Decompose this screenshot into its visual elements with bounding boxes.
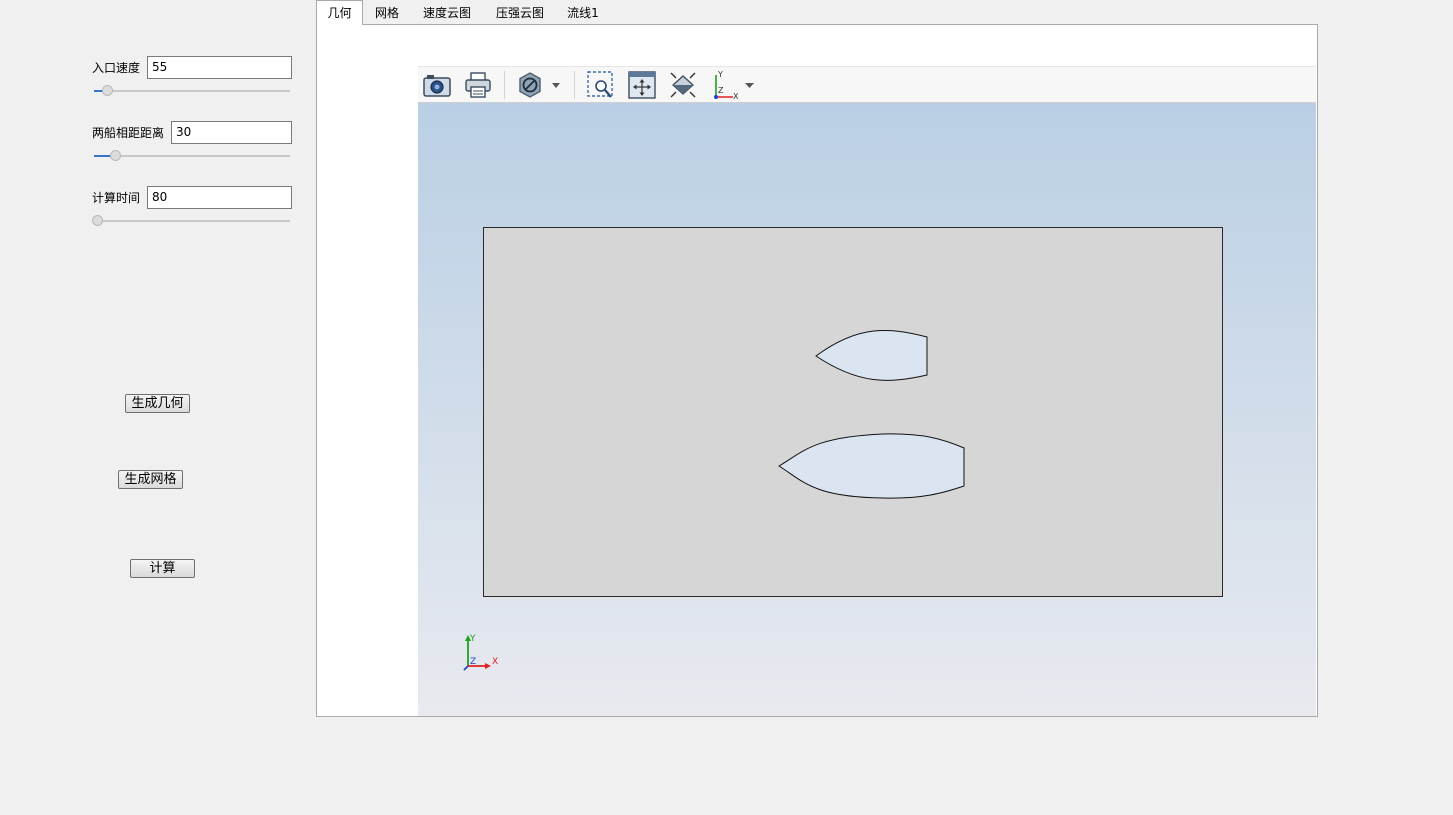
triad-y-label: Y: [469, 634, 476, 644]
ship-distance-slider[interactable]: [94, 149, 290, 163]
slider-thumb[interactable]: [101, 85, 113, 96]
slider-thumb[interactable]: [109, 150, 121, 161]
slider-track: [94, 220, 290, 222]
generate-mesh-button[interactable]: 生成网格: [118, 470, 183, 489]
ship-distance-input[interactable]: 30: [171, 121, 292, 144]
inlet-speed-label: 入口速度: [92, 61, 141, 75]
fit-view-icon[interactable]: [627, 70, 657, 100]
upper-ship-hull: [815, 329, 928, 381]
slider-track: [94, 90, 290, 92]
triad-z-label: Z: [470, 657, 476, 667]
viewer-toolbar: Y Z X: [418, 66, 1316, 103]
camera-icon[interactable]: [422, 70, 452, 100]
reset-view-icon[interactable]: [668, 70, 698, 100]
generate-geometry-button[interactable]: 生成几何: [125, 394, 190, 413]
tab-geometry[interactable]: 几何: [316, 0, 363, 25]
clip-plane-icon[interactable]: [515, 70, 563, 100]
tab-pressure-contour[interactable]: 压强云图: [490, 2, 550, 24]
compute-time-slider[interactable]: [92, 214, 290, 228]
zoom-box-icon[interactable]: [586, 70, 616, 100]
svg-text:Z: Z: [718, 86, 724, 95]
fluid-domain: [483, 227, 1223, 597]
lower-ship-hull: [778, 433, 965, 499]
compute-time-label: 计算时间: [92, 191, 141, 205]
inlet-speed-slider[interactable]: [94, 84, 290, 98]
slider-track: [94, 155, 290, 157]
compute-button[interactable]: 计算: [130, 559, 195, 578]
axis-orientation-icon[interactable]: Y Z X: [709, 70, 759, 101]
tab-mesh[interactable]: 网格: [366, 2, 408, 24]
print-icon[interactable]: [463, 70, 493, 100]
inlet-speed-input[interactable]: 55: [147, 56, 292, 79]
toolbar-separator: [504, 71, 505, 99]
orientation-triad: Y Z X: [460, 631, 510, 671]
svg-text:Y: Y: [717, 70, 723, 79]
ship-distance-label: 两船相距距离: [92, 126, 165, 140]
toolbar-separator: [574, 71, 575, 99]
tab-streamline[interactable]: 流线1: [562, 2, 604, 24]
slider-thumb[interactable]: [92, 215, 103, 226]
tab-velocity-contour[interactable]: 速度云图: [417, 2, 477, 24]
3d-viewport[interactable]: Y Z X: [418, 103, 1316, 716]
triad-x-label: X: [492, 657, 498, 667]
compute-time-input[interactable]: 80: [147, 186, 292, 209]
svg-text:X: X: [733, 92, 739, 100]
